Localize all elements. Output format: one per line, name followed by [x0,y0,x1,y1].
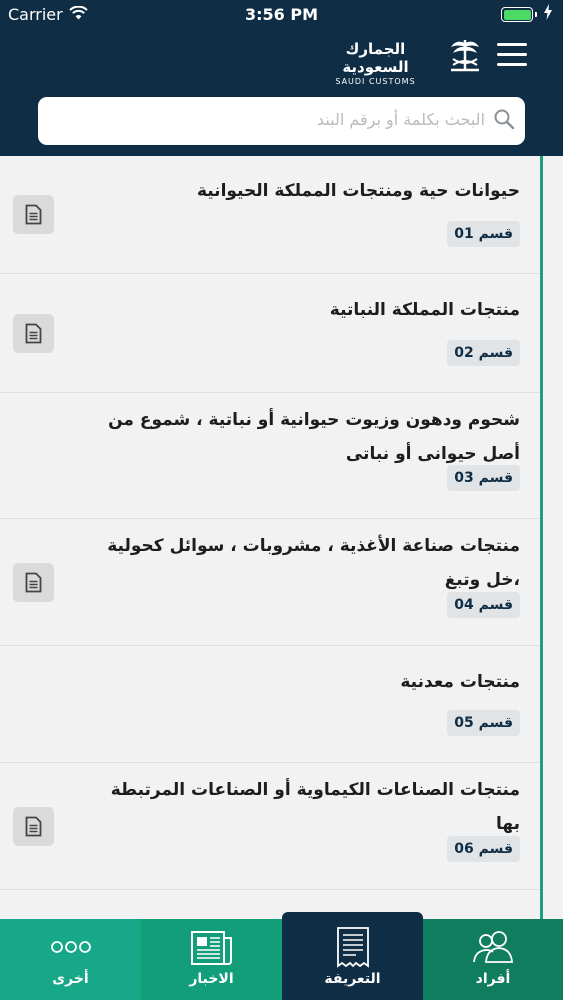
hamburger-icon [497,43,527,46]
status-time: 3:56 PM [244,5,318,24]
section-doc-button[interactable] [13,195,54,234]
section-badge: قسم 06 [447,836,520,862]
tariff-section-list[interactable]: حيوانات حية ومنتجات المملكة الحيوانية قس… [0,156,563,919]
search-icon [493,108,515,134]
section-badge: قسم 02 [447,340,520,366]
tab-individuals-label: أفراد [475,971,511,987]
section-doc-button[interactable] [13,314,54,353]
newspaper-icon [189,929,235,971]
tab-news-label: الاخبار [189,971,234,987]
section-title: شحوم ودهون وزيوت حيوانية أو نباتية ، شمو… [108,410,520,464]
brand-text: الجمارك السعودية SAUDI CUSTOMS [312,40,439,87]
more-dots-icon [50,939,92,958]
search-placeholder: البحث بكلمة أو برقم البند [316,110,485,129]
app-header: Carrier 3:56 PM الجمارك السعودية SAUDI C… [0,0,563,156]
list-item[interactable]: منتجات معدنية قسم 05 [0,647,540,763]
brand-name-en: SAUDI CUSTOMS [335,77,416,86]
list-item[interactable]: منتجات صناعة الأغذية ، مشروبات ، سوائل ك… [0,520,540,646]
document-icon [25,323,42,344]
brand-name-ar: الجمارك السعودية [342,40,409,76]
section-title: منتجات معدنية [400,672,520,692]
section-badge: قسم 05 [447,710,520,736]
document-icon [25,204,42,225]
section-badge: قسم 03 [447,465,520,491]
tab-individuals[interactable]: أفراد [423,919,563,1000]
search-input[interactable]: البحث بكلمة أو برقم البند [38,97,525,145]
section-doc-button[interactable] [13,563,54,602]
section-doc-button[interactable] [13,807,54,846]
list-item[interactable]: حيوانات حية ومنتجات المملكة الحيوانية قس… [0,156,540,274]
menu-button[interactable] [497,43,527,67]
list-item[interactable]: منتجات الصناعات الكيماوية أو الصناعات ال… [0,764,540,890]
bottom-tab-bar: أخرى الاخبار التعريفة أفراد [0,912,563,1000]
status-bar: Carrier 3:56 PM [0,0,563,30]
tariff-document-icon [336,926,370,972]
document-icon [25,572,42,593]
tab-tariff-label: التعريفة [324,971,381,987]
section-title: منتجات المملكة النباتية [329,300,520,320]
section-title: منتجات صناعة الأغذية ، مشروبات ، سوائل ك… [107,536,520,590]
charging-icon [543,4,553,24]
battery-icon [501,7,537,22]
scroll-indicator [540,156,543,919]
list-item[interactable]: منتجات المملكة النباتية قسم 02 [0,275,540,393]
section-badge: قسم 04 [447,592,520,618]
people-icon [470,929,516,969]
tab-other[interactable]: أخرى [0,919,141,1000]
section-badge: قسم 01 [447,221,520,247]
section-title: منتجات الصناعات الكيماوية أو الصناعات ال… [110,780,520,834]
saudi-customs-logo: الجمارك السعودية SAUDI CUSTOMS [312,36,482,86]
tab-news[interactable]: الاخبار [141,919,282,1000]
palm-emblem-icon [448,37,482,77]
document-icon [25,816,42,837]
list-item[interactable]: شحوم ودهون وزيوت حيوانية أو نباتية ، شمو… [0,394,540,519]
tab-other-label: أخرى [52,971,89,987]
section-title: حيوانات حية ومنتجات المملكة الحيوانية [196,181,520,201]
tab-tariff[interactable]: التعريفة [282,912,423,1000]
